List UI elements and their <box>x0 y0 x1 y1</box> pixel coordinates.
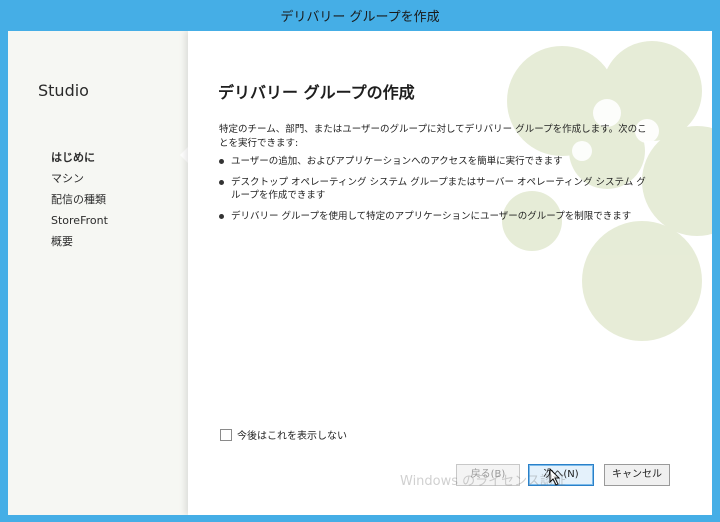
cancel-button[interactable]: キャンセル <box>604 464 670 486</box>
dont-show-again-label: 今後はこれを表示しない <box>237 431 347 442</box>
list-item: デスクトップ オペレーティング システム グループまたはサーバー オペレーティン… <box>219 176 649 202</box>
list-item: デリバリー グループを使用して特定のアプリケーションにユーザーのグループを制限で… <box>219 210 649 223</box>
nav-item-storefront[interactable]: StoreFront <box>51 210 108 231</box>
sidebar: Studio はじめに マシン 配信の種類 StoreFront 概要 <box>8 31 188 515</box>
intro-text: 特定のチーム、部門、またはユーザーのグループに対してデリバリー グループを作成し… <box>219 124 647 149</box>
list-item: ユーザーの追加、およびアプリケーションへのアクセスを簡単に実行できます <box>219 155 649 168</box>
nav-item-summary[interactable]: 概要 <box>51 231 108 252</box>
wizard-nav: はじめに マシン 配信の種類 StoreFront 概要 <box>51 147 108 252</box>
list-item-text: ユーザーの追加、およびアプリケーションへのアクセスを簡単に実行できます <box>231 156 563 167</box>
feature-list: ユーザーの追加、およびアプリケーションへのアクセスを簡単に実行できます デスクト… <box>219 155 649 231</box>
dont-show-again-checkbox[interactable] <box>220 428 232 441</box>
activation-watermark: Windows のライセンス認証 <box>400 474 566 489</box>
main-panel: デリバリー グループの作成 特定のチーム、部門、またはユーザーのグループに対して… <box>188 31 712 515</box>
bullet-icon <box>219 214 224 219</box>
nav-item-delivery-type[interactable]: 配信の種類 <box>51 189 108 210</box>
dialog-client: Studio はじめに マシン 配信の種類 StoreFront 概要 デリバリ… <box>8 31 712 515</box>
nav-item-machines[interactable]: マシン <box>51 168 108 189</box>
list-item-text: デスクトップ オペレーティング システム グループまたはサーバー オペレーティン… <box>231 177 646 201</box>
bullet-icon <box>219 159 224 164</box>
page-title: デリバリー グループの作成 <box>218 83 415 102</box>
nav-item-intro[interactable]: はじめに <box>51 147 108 168</box>
list-item-text: デリバリー グループを使用して特定のアプリケーションにユーザーのグループを制限で… <box>231 211 632 222</box>
dialog-window: デリバリー グループを作成 Studio はじめに マシン 配信の種類 Stor… <box>0 0 720 522</box>
brand-label: Studio <box>38 81 89 100</box>
dont-show-again-option[interactable]: 今後はこれを表示しない <box>220 427 347 442</box>
active-step-pointer <box>180 147 188 163</box>
bullet-icon <box>219 180 224 185</box>
window-title: デリバリー グループを作成 <box>280 9 440 25</box>
